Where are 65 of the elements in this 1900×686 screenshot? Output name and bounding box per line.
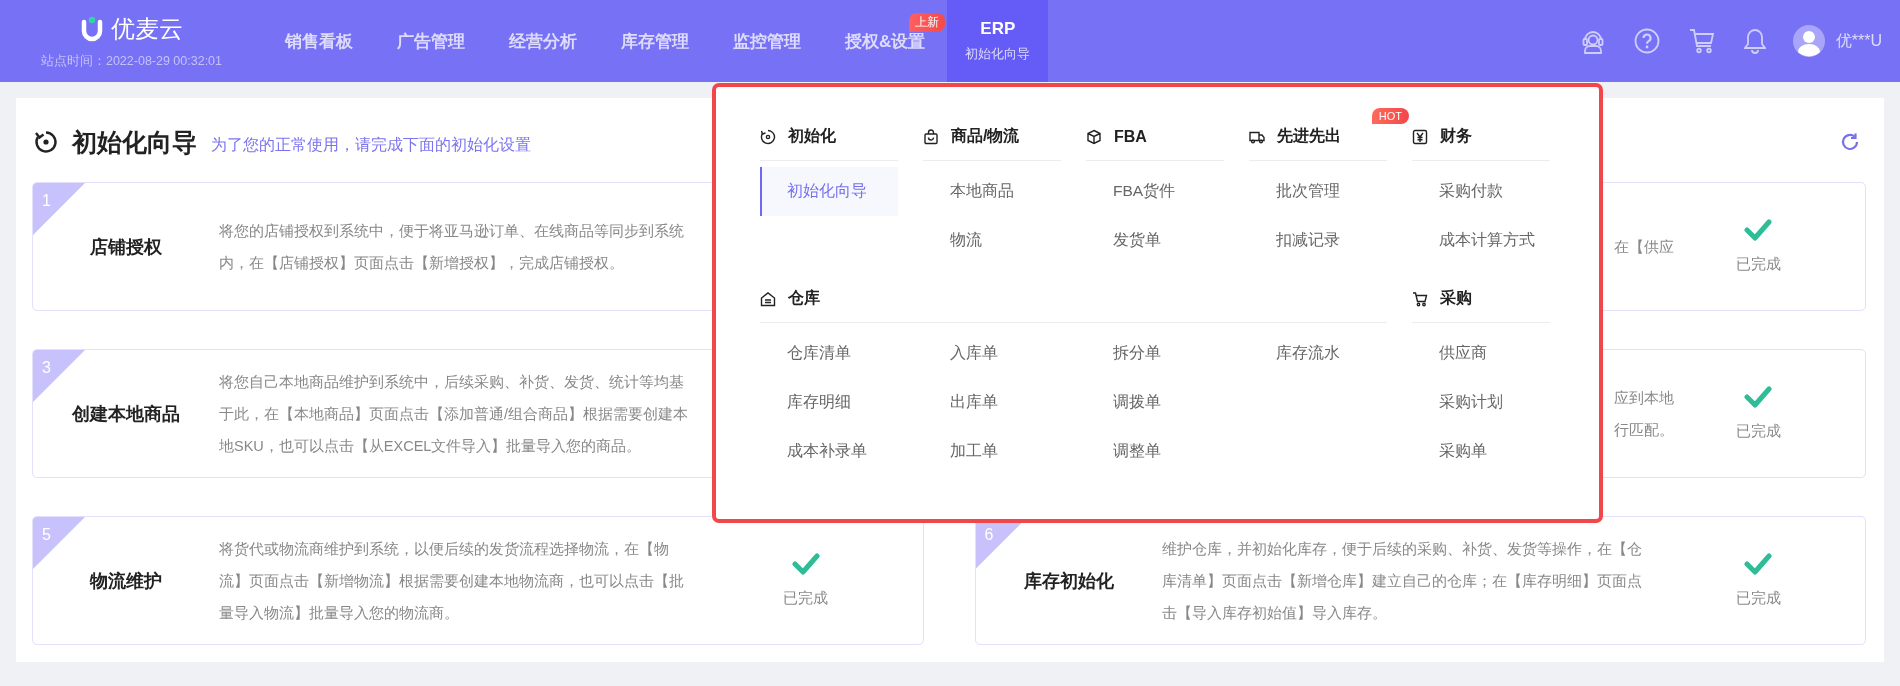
step-description: 应到本地 (1613, 388, 1674, 408)
step-description: 将货代或物流商维护到系统，以便后续的发货流程选择物流，在【物流】页面点击【新增物流】根据需要创建本地物流商，也可以点击【批量导入物流】批量导入您的物流商。 (219, 539, 685, 623)
menu-section-header: 采购 (1412, 273, 1550, 323)
hot-badge: HOT (1371, 108, 1409, 124)
status-label: 已完成 (1735, 255, 1781, 274)
step-title: 店铺授权 (90, 236, 162, 257)
avatar-icon[interactable] (1792, 25, 1825, 57)
step-description: 行匹配。 (1613, 420, 1674, 440)
menu-item[interactable]: 采购单 (1412, 427, 1550, 476)
warehouse-icon (760, 290, 776, 307)
bell-icon[interactable] (1743, 28, 1766, 54)
bag-icon (923, 128, 939, 145)
help-icon[interactable] (1633, 28, 1660, 54)
page-title: 初始化向导 (72, 126, 197, 158)
status-label: 已完成 (1735, 422, 1781, 441)
status-label: 已完成 (1735, 589, 1781, 608)
menu-section-header: 初始化 (760, 111, 898, 161)
menu-item[interactable]: 库存明细 (760, 378, 898, 427)
logo-icon (80, 15, 103, 42)
new-badge: 上新 (909, 13, 946, 32)
nav-tab[interactable]: 上新 授权&设置 (823, 0, 948, 82)
site-time: 站点时间：2022-08-29 00:32:01 (40, 52, 223, 70)
menu-item[interactable]: 调整单 (1086, 427, 1224, 476)
menu-section-header: FBA (1086, 111, 1224, 161)
menu-item[interactable]: 采购付款 (1412, 167, 1550, 216)
menu-item[interactable]: 采购计划 (1412, 378, 1550, 427)
nav-tab[interactable]: ERP 初始化向导 (947, 0, 1049, 82)
step-description: 在【供应 (1613, 237, 1674, 257)
step-title: 物流维护 (90, 570, 162, 591)
menu-item[interactable]: 成本补录单 (760, 427, 898, 476)
cart-icon (1412, 290, 1428, 307)
menu-item[interactable]: 仓库清单 (760, 329, 898, 378)
step-description: 将您的店铺授权到系统中，便于将亚马逊订单、在线商品等同步到系统内，在【店铺授权】页面点击【新增授权】，完成店铺授权。 (219, 221, 685, 273)
cart-icon[interactable] (1688, 28, 1715, 54)
menu-item[interactable]: 批次管理 (1249, 167, 1387, 216)
menu-item[interactable]: 调拨单 (1086, 378, 1224, 427)
menu-item[interactable]: FBA货件 (1086, 167, 1224, 216)
menu-section-header: 仓库 (760, 273, 1387, 323)
box-icon (1086, 128, 1102, 145)
menu-item[interactable]: 扣减记录 (1249, 216, 1387, 265)
status-label: 已完成 (783, 589, 829, 608)
menu-item[interactable]: 本地商品 (923, 167, 1061, 216)
logo-text: 优麦云 (110, 13, 183, 44)
page-subtitle: 为了您的正常使用，请完成下面的初始化设置 (211, 134, 531, 155)
menu-item[interactable]: 成本计算方式 (1412, 216, 1550, 265)
yen-icon (1412, 128, 1428, 145)
menu-item[interactable]: 供应商 (1412, 329, 1550, 378)
menu-item[interactable]: 物流 (923, 216, 1061, 265)
menu-item[interactable]: 拆分单 (1086, 329, 1224, 378)
reset-icon (760, 128, 776, 145)
refresh-icon[interactable] (1840, 132, 1860, 152)
menu-section-header: 商品/物流 (923, 111, 1061, 161)
step-title: 库存初始化 (1023, 570, 1114, 591)
reset-icon (34, 130, 58, 154)
menu-item[interactable]: 发货单 (1086, 216, 1224, 265)
menu-item[interactable]: 入库单 (923, 329, 1061, 378)
step-title: 创建本地商品 (72, 403, 180, 424)
step-description: 维护仓库，并初始化库存，便于后续的采购、补货、发货等操作，在【仓库清单】页面点击【新增仓库】建立自己的仓库；在【库存明细】页面点击【导入库存初始值】导入库存。 (1161, 539, 1643, 623)
headset-icon[interactable] (1580, 28, 1605, 54)
menu-item[interactable]: 库存流水 (1249, 329, 1387, 378)
menu-item[interactable]: 加工单 (923, 427, 1061, 476)
menu-item[interactable]: 初始化向导 (760, 167, 898, 216)
menu-section-header: 财务 (1412, 111, 1550, 161)
menu-item[interactable]: 出库单 (923, 378, 1061, 427)
step-description: 将您自己本地商品维护到系统中，后续采购、补货、发货、统计等均基于此，在【本地商品】页面点击【添加普通/组合商品】根据需要创建本地SKU，也可以点击【从EXCEL文件导入】批量导入您的商品。 (219, 372, 689, 456)
